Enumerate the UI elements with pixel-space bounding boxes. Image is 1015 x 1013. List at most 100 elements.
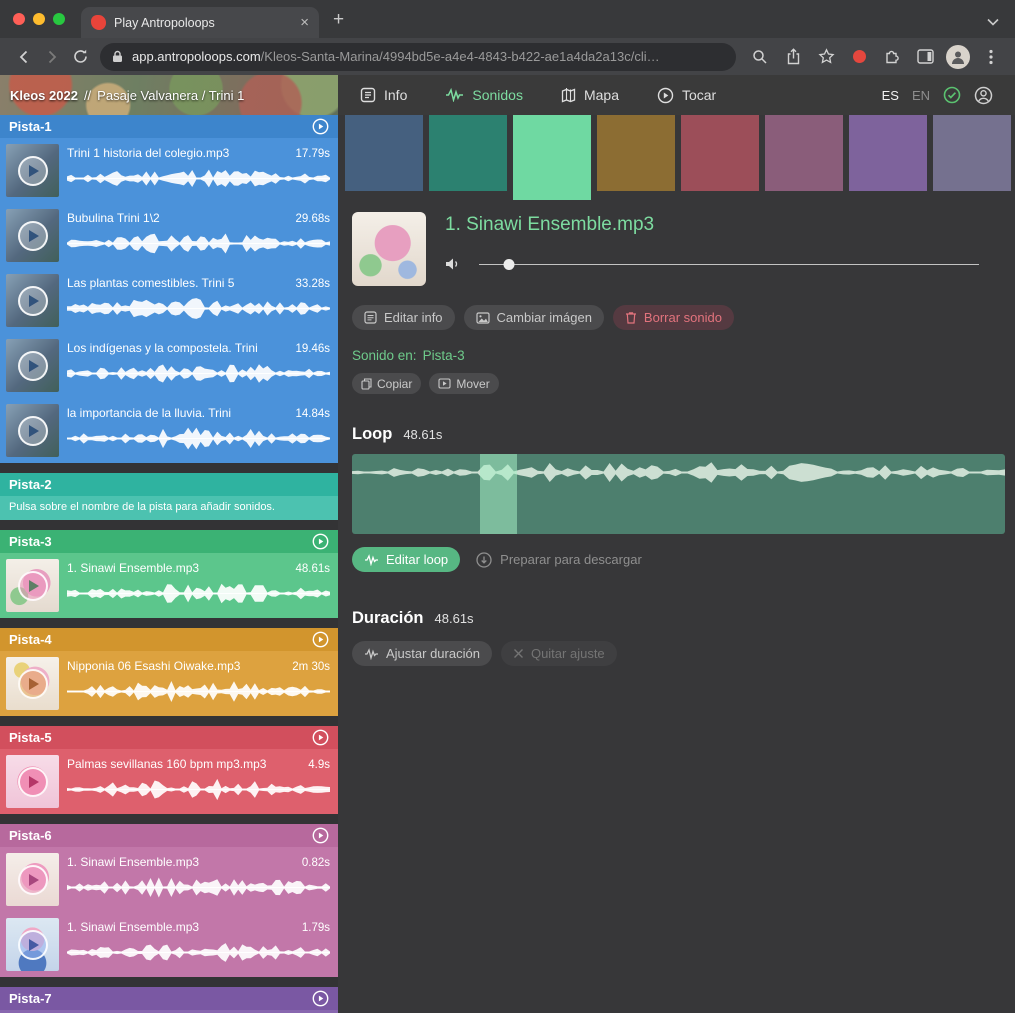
speaker-icon[interactable]: [445, 257, 461, 271]
tab-search-chevron-icon[interactable]: [987, 18, 999, 26]
track-play-icon[interactable]: [312, 631, 329, 648]
move-button[interactable]: Mover: [429, 373, 498, 394]
sound-thumbnail[interactable]: [6, 209, 59, 262]
recording-extension-icon[interactable]: [845, 43, 873, 71]
sound-title[interactable]: 1. Sinawi Ensemble.mp3: [67, 561, 199, 575]
copy-button[interactable]: Copiar: [352, 373, 421, 394]
play-overlay-icon[interactable]: [18, 571, 48, 601]
sound-image[interactable]: [352, 212, 426, 286]
sound-title[interactable]: Los indígenas y la compostela. Trini: [67, 341, 258, 355]
play-overlay-icon[interactable]: [18, 930, 48, 960]
track-header[interactable]: Pista-1: [0, 115, 338, 138]
account-icon[interactable]: [974, 86, 993, 105]
track-swatch-6[interactable]: [765, 115, 843, 191]
side-panel-icon[interactable]: [911, 43, 939, 71]
padlock-icon[interactable]: [112, 50, 123, 63]
track-play-icon[interactable]: [312, 533, 329, 550]
track-swatch-1[interactable]: [345, 115, 423, 191]
sound-title[interactable]: Palmas sevillanas 160 bpm mp3.mp3: [67, 757, 266, 771]
breadcrumb-path-link[interactable]: Pasaje Valvanera / Trini 1: [97, 88, 244, 103]
zoom-window-button[interactable]: [53, 13, 65, 25]
volume-slider-thumb[interactable]: [504, 259, 515, 270]
play-overlay-icon[interactable]: [18, 351, 48, 381]
breadcrumb-project-link[interactable]: Kleos 2022: [10, 88, 78, 103]
sound-thumbnail[interactable]: [6, 559, 59, 612]
track-name[interactable]: Pista-3: [9, 534, 52, 549]
loop-selection-region[interactable]: [480, 454, 517, 534]
sound-item[interactable]: Bubulina Trini 1\229.68s: [0, 203, 338, 268]
track-name[interactable]: Pista-5: [9, 730, 52, 745]
sound-item[interactable]: la importancia de la lluvia. Trini14.84s: [0, 398, 338, 463]
forward-icon[interactable]: [38, 43, 66, 71]
play-overlay-icon[interactable]: [18, 221, 48, 251]
sound-item[interactable]: Las plantas comestibles. Trini 533.28s: [0, 268, 338, 333]
change-image-button[interactable]: Cambiar imágen: [464, 305, 604, 330]
prepare-download-button[interactable]: Preparar para descargar: [476, 552, 642, 568]
track-header[interactable]: Pista-7: [0, 987, 338, 1010]
sound-thumbnail[interactable]: [6, 918, 59, 971]
play-overlay-icon[interactable]: [18, 865, 48, 895]
minimize-window-button[interactable]: [33, 13, 45, 25]
sound-title[interactable]: la importancia de la lluvia. Trini: [67, 406, 231, 420]
volume-slider[interactable]: [479, 258, 979, 271]
sound-item[interactable]: 1. Sinawi Ensemble.mp31.79s: [0, 912, 338, 977]
back-icon[interactable]: [10, 43, 38, 71]
track-name[interactable]: Pista-4: [9, 632, 52, 647]
sound-thumbnail[interactable]: [6, 755, 59, 808]
sound-item-selected[interactable]: 1. Sinawi Ensemble.mp348.61s: [0, 553, 338, 618]
sound-thumbnail[interactable]: [6, 657, 59, 710]
track-header[interactable]: Pista-4: [0, 628, 338, 651]
track-play-icon[interactable]: [312, 118, 329, 135]
play-overlay-icon[interactable]: [18, 669, 48, 699]
sound-thumbnail[interactable]: [6, 339, 59, 392]
play-overlay-icon[interactable]: [18, 416, 48, 446]
tab-close-icon[interactable]: ×: [300, 15, 309, 30]
lang-en-button[interactable]: EN: [912, 88, 930, 103]
track-play-icon[interactable]: [312, 729, 329, 746]
sound-item[interactable]: 1. Sinawi Ensemble.mp30.82s: [0, 847, 338, 912]
extensions-puzzle-icon[interactable]: [878, 43, 906, 71]
track-name[interactable]: Pista-7: [9, 991, 52, 1006]
sound-thumbnail[interactable]: [6, 144, 59, 197]
address-bar[interactable]: app.antropoloops.com/Kleos-Santa-Marina/…: [100, 43, 736, 71]
profile-avatar[interactable]: [944, 43, 972, 71]
delete-sound-button[interactable]: Borrar sonido: [613, 305, 734, 330]
loop-waveform[interactable]: [352, 454, 1005, 534]
sound-title[interactable]: Bubulina Trini 1\2: [67, 211, 160, 225]
sound-item[interactable]: Nipponia 06 Esashi Oiwake.mp32m 30s: [0, 651, 338, 716]
nav-tab-mapa[interactable]: Mapa: [561, 87, 619, 103]
track-swatch-7[interactable]: [849, 115, 927, 191]
track-header[interactable]: Pista-2: [0, 473, 338, 496]
sound-title[interactable]: Trini 1 historia del colegio.mp3: [67, 146, 229, 160]
nav-tab-sonidos[interactable]: Sonidos: [445, 87, 523, 103]
play-overlay-icon[interactable]: [18, 156, 48, 186]
sound-thumbnail[interactable]: [6, 853, 59, 906]
sound-title[interactable]: Las plantas comestibles. Trini 5: [67, 276, 234, 290]
bookmark-star-icon[interactable]: [812, 43, 840, 71]
sound-title[interactable]: 1. Sinawi Ensemble.mp3: [67, 920, 199, 934]
sound-title[interactable]: 1. Sinawi Ensemble.mp3: [67, 855, 199, 869]
track-name[interactable]: Pista-2: [9, 477, 52, 492]
reload-icon[interactable]: [66, 43, 94, 71]
track-name[interactable]: Pista-1: [9, 119, 52, 134]
close-window-button[interactable]: [13, 13, 25, 25]
track-name[interactable]: Pista-6: [9, 828, 52, 843]
track-swatch-4[interactable]: [597, 115, 675, 191]
remove-adjust-button[interactable]: Quitar ajuste: [501, 641, 617, 666]
adjust-duration-button[interactable]: Ajustar duración: [352, 641, 492, 666]
track-header[interactable]: Pista-3: [0, 530, 338, 553]
lang-es-button[interactable]: ES: [882, 88, 899, 103]
browser-tab[interactable]: Play Antropoloops ×: [81, 7, 319, 38]
track-swatch-2[interactable]: [429, 115, 507, 191]
track-header[interactable]: Pista-5: [0, 726, 338, 749]
track-play-icon[interactable]: [312, 990, 329, 1007]
nav-tab-info[interactable]: Info: [360, 87, 407, 103]
zoom-icon[interactable]: [746, 43, 774, 71]
sound-thumbnail[interactable]: [6, 404, 59, 457]
sound-item[interactable]: Trini 1 historia del colegio.mp317.79s: [0, 138, 338, 203]
sound-thumbnail[interactable]: [6, 274, 59, 327]
play-overlay-icon[interactable]: [18, 286, 48, 316]
new-tab-button[interactable]: +: [333, 9, 344, 31]
browser-menu-icon[interactable]: [977, 43, 1005, 71]
sound-item[interactable]: Palmas sevillanas 160 bpm mp3.mp34.9s: [0, 749, 338, 814]
